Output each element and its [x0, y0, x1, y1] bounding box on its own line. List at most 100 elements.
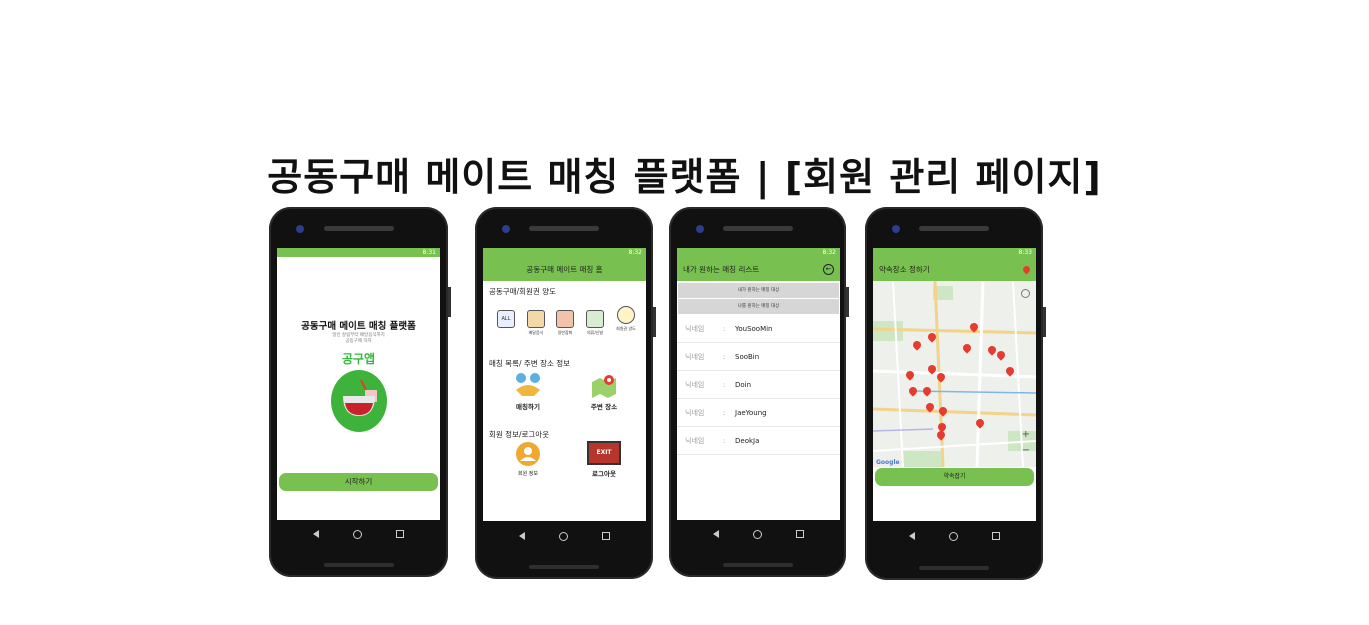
list-item[interactable]: 닉네임 : YouSooMin	[677, 315, 840, 343]
splash-screen: 8:31 공동구매 메이트 매칭 플랫폼 일인 살림부터 배달음식까지 공동구매…	[277, 248, 440, 520]
membership-icon	[617, 306, 635, 324]
category-label: 회원권 양도	[616, 326, 636, 331]
nickname-value: DeokJa	[735, 436, 760, 445]
category-delivery[interactable]: 배달음식	[523, 310, 549, 336]
back-icon[interactable]	[909, 532, 915, 540]
recent-apps-icon[interactable]	[602, 532, 610, 540]
map-view[interactable]: + − Google	[873, 281, 1036, 467]
food-icon	[527, 310, 545, 328]
bottom-speaker	[323, 563, 394, 567]
side-button	[846, 287, 849, 317]
camera	[502, 225, 510, 233]
recent-apps-icon[interactable]	[796, 530, 804, 538]
app-bar: 약속장소 정하기	[873, 257, 1036, 281]
brand-name: 공구앱	[341, 352, 376, 366]
nickname-label: 닉네임	[685, 380, 705, 389]
speaker	[323, 226, 394, 231]
side-button	[1043, 307, 1046, 337]
logout-button[interactable]: EXIT 로그아웃	[579, 441, 629, 478]
matching-label: 매칭하기	[516, 403, 540, 411]
category-label: 일반잡화	[557, 330, 573, 335]
user-icon	[514, 441, 542, 467]
side-button	[653, 307, 656, 337]
camera	[296, 225, 304, 233]
section-title-matching: 매칭 목록/ 주변 장소 정보	[489, 359, 571, 368]
nickname-label: 닉네임	[685, 436, 705, 445]
home-icon[interactable]	[559, 531, 568, 541]
nickname-value: JaeYoung	[735, 408, 767, 417]
zoom-in-button[interactable]: +	[1022, 429, 1030, 440]
member-info-label: 회원 정보	[518, 471, 538, 477]
status-bar: 8:31	[277, 248, 440, 257]
google-logo: Google	[876, 459, 900, 466]
nav-bar	[483, 525, 646, 547]
nickname-label: 닉네임	[685, 324, 705, 333]
phone-splash: 8:31 공동구매 메이트 매칭 플랫폼 일인 살림부터 배달음식까지 공동구매…	[269, 207, 451, 577]
colon: :	[723, 352, 726, 361]
nearby-label: 주변 장소	[590, 403, 618, 411]
nearby-button[interactable]: 주변 장소	[579, 372, 629, 411]
bottom-speaker	[919, 566, 989, 570]
phone-home: 8:32 공동구매 메이트 매칭 홈 공동구매/회원권 양도 ALL 배달음식 …	[475, 207, 656, 579]
start-button[interactable]: 시작하기	[279, 473, 438, 491]
status-time: 8:33	[1018, 249, 1032, 256]
my-location-icon[interactable]	[1021, 289, 1030, 298]
zoom-out-button[interactable]: −	[1022, 445, 1030, 456]
nickname-value: Doin	[735, 380, 752, 389]
category-membership[interactable]: 회원권 양도	[613, 306, 639, 332]
colon: :	[723, 408, 726, 417]
back-icon[interactable]	[519, 532, 525, 540]
list-item[interactable]: 닉네임 : JaeYoung	[677, 399, 840, 427]
status-time: 8:32	[628, 249, 642, 256]
list-item[interactable]: 닉네임 : SooBin	[677, 343, 840, 371]
wanted-by-me-button[interactable]: 내가 원하는 매칭 대상	[678, 283, 839, 298]
cup-logo-icon	[331, 370, 387, 432]
back-icon[interactable]	[313, 530, 319, 538]
section-title-member: 회원 정보/로그아웃	[489, 430, 550, 439]
nickname-value: SooBin	[735, 352, 760, 361]
back-arrow-icon[interactable]: ←	[823, 263, 834, 275]
nav-bar	[677, 523, 840, 545]
speaker	[529, 226, 599, 231]
back-icon[interactable]	[713, 530, 719, 538]
list-item[interactable]: 닉네임 : Doin	[677, 371, 840, 399]
category-goods[interactable]: 일반잡화	[552, 310, 578, 336]
handshake-icon	[514, 372, 542, 398]
status-bar: 8:32	[483, 248, 646, 257]
app-bar-title: 내가 원하는 매칭 리스트	[683, 264, 760, 274]
home-icon[interactable]	[949, 531, 958, 541]
home-icon[interactable]	[753, 529, 762, 539]
status-bar: 8:32	[677, 248, 840, 257]
nickname-value: YouSooMin	[735, 324, 773, 333]
all-icon: ALL	[497, 310, 515, 328]
nav-bar	[277, 523, 440, 545]
page-title: 공동구매 메이트 매칭 플랫폼 | [회원 관리 페이지]	[267, 155, 1102, 199]
home-icon[interactable]	[353, 529, 362, 539]
app-bar: 공동구매 메이트 매칭 홈	[483, 257, 646, 281]
camera	[696, 225, 704, 233]
match-list-screen: 8:32 내가 원하는 매칭 리스트 ← 내가 원하는 매칭 대상 나를 원하는…	[677, 248, 840, 520]
app-bar-title: 약속장소 정하기	[879, 264, 930, 274]
wants-me-button[interactable]: 나를 원하는 매칭 대상	[678, 299, 839, 314]
category-clothes[interactable]: 의류/신발	[582, 310, 608, 336]
app-subtitle: 공동구매 하자	[345, 339, 372, 344]
recent-apps-icon[interactable]	[992, 532, 1000, 540]
matching-button[interactable]: 매칭하기	[503, 372, 553, 411]
location-pin-icon[interactable]	[1021, 264, 1032, 274]
colon: :	[723, 380, 726, 389]
speaker	[722, 226, 793, 231]
list-item[interactable]: 닉네임 : DeokJa	[677, 427, 840, 455]
category-all[interactable]: ALL	[493, 310, 519, 330]
bottom-speaker	[722, 563, 793, 567]
member-info-button[interactable]: 회원 정보	[503, 441, 553, 477]
meeting-place-screen: 8:33 약속장소 정하기 + − Google 약속잡기	[873, 248, 1036, 521]
logout-label: 로그아웃	[592, 470, 616, 478]
colon: :	[723, 436, 726, 445]
nickname-label: 닉네임	[685, 408, 705, 417]
confirm-appointment-button[interactable]: 약속잡기	[875, 468, 1034, 486]
recent-apps-icon[interactable]	[396, 530, 404, 538]
phone-meeting-place: 8:33 약속장소 정하기 + − Google 약속잡기	[865, 207, 1046, 580]
camera	[892, 225, 900, 233]
nav-bar	[873, 525, 1036, 547]
category-label: 의류/신발	[586, 330, 604, 335]
